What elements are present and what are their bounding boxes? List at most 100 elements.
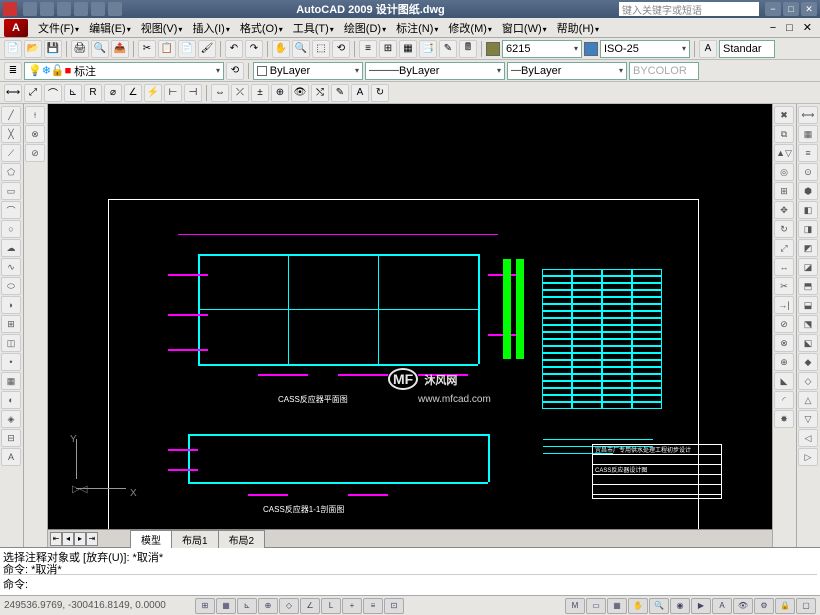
menu-tools[interactable]: 工具(T)▾ [289, 18, 338, 38]
fillet-icon[interactable]: ◜ [774, 391, 794, 409]
tab-first-icon[interactable]: ⇤ [50, 532, 62, 546]
quickview-drawings-icon[interactable]: ▦ [607, 598, 627, 614]
dim-baseline-icon[interactable]: ⊢ [164, 84, 182, 102]
qat-new-icon[interactable] [23, 2, 37, 16]
trim-icon[interactable]: ✂ [774, 277, 794, 295]
center-mark-icon[interactable]: ⊕ [271, 84, 289, 102]
spline-icon[interactable]: ∿ [1, 258, 21, 276]
mirror-icon[interactable]: ▲▽ [774, 144, 794, 162]
command-window[interactable]: 选择注释对象或 [放弃(U)]: *取消* 命令: *取消* 命令: [0, 547, 820, 595]
stretch-icon[interactable]: ↔ [774, 258, 794, 276]
close-button[interactable]: ✕ [801, 2, 817, 16]
app-menu-button[interactable]: A [4, 19, 28, 37]
print-icon[interactable]: 🖨 [71, 40, 89, 58]
dim-arc-icon[interactable]: ⌒ [44, 84, 62, 102]
menu-format[interactable]: 格式(O)▾ [236, 18, 287, 38]
lock-ui-icon[interactable]: 🔒 [775, 598, 795, 614]
rectangle-icon[interactable]: ▭ [1, 182, 21, 200]
menu-help[interactable]: 帮助(H)▾ [553, 18, 603, 38]
save-icon[interactable]: 💾 [44, 40, 62, 58]
move-icon[interactable]: ✥ [774, 201, 794, 219]
doc-close-button[interactable]: ✕ [799, 21, 816, 34]
dim-edit-icon[interactable]: ✎ [331, 84, 349, 102]
lwt-toggle[interactable]: ≡ [363, 598, 383, 614]
grid-toggle[interactable]: ▦ [216, 598, 236, 614]
mod-a-icon[interactable]: ◧ [798, 201, 818, 219]
publish-icon[interactable]: 📤 [111, 40, 129, 58]
mtext-icon[interactable]: A [1, 448, 21, 466]
dim-space-icon[interactable]: ⇔ [211, 84, 229, 102]
mod-g-icon[interactable]: ⬔ [798, 315, 818, 333]
table-icon[interactable]: ⊟ [1, 429, 21, 447]
mod-b-icon[interactable]: ◨ [798, 220, 818, 238]
dim-radius-icon[interactable]: R [84, 84, 102, 102]
dim-ordinate-icon[interactable]: ⊾ [64, 84, 82, 102]
rotate-icon[interactable]: ↻ [774, 220, 794, 238]
menu-insert[interactable]: 插入(I)▾ [188, 18, 233, 38]
minimize-button[interactable]: − [765, 2, 781, 16]
line-icon[interactable]: ╱ [1, 106, 21, 124]
dim-color-swatch[interactable] [486, 42, 500, 56]
tab-layout2[interactable]: 布局2 [218, 530, 266, 548]
text-style-icon[interactable]: A [699, 40, 717, 58]
copy-obj-icon[interactable]: ⧉ [774, 125, 794, 143]
layer-prev-icon[interactable]: ⟲ [226, 62, 244, 80]
tab-last-icon[interactable]: ⇥ [86, 532, 98, 546]
anno-scale-icon[interactable]: A [712, 598, 732, 614]
model-button[interactable]: M [565, 598, 585, 614]
tab-next-icon[interactable]: ▸ [74, 532, 86, 546]
doc-minimize-button[interactable]: − [766, 22, 780, 34]
zoom-icon[interactable]: 🔍 [292, 40, 310, 58]
paste-icon[interactable]: 📄 [178, 40, 196, 58]
dyn-toggle[interactable]: + [342, 598, 362, 614]
dim-continue-icon[interactable]: ⊣ [184, 84, 202, 102]
pan-icon[interactable]: ✋ [272, 40, 290, 58]
showmotion-icon[interactable]: ▶ [691, 598, 711, 614]
dim-style-swatch[interactable] [584, 42, 598, 56]
revcloud-icon[interactable]: ☁ [1, 239, 21, 257]
qat-save-icon[interactable] [57, 2, 71, 16]
design-center-icon[interactable]: ⊞ [379, 40, 397, 58]
tool-c-icon[interactable]: ⊘ [25, 144, 45, 162]
otrack-toggle[interactable]: ∠ [300, 598, 320, 614]
join-icon[interactable]: ⊕ [774, 353, 794, 371]
snap-toggle[interactable]: ⊞ [195, 598, 215, 614]
clean-screen-icon[interactable]: ▢ [796, 598, 816, 614]
zoom-window-icon[interactable]: ⬚ [312, 40, 330, 58]
layer-combo[interactable]: 💡❄🔓■ 标注▾ [24, 62, 224, 80]
undo-icon[interactable]: ↶ [225, 40, 243, 58]
linetype-combo[interactable]: ——— ByLayer▾ [365, 62, 505, 80]
osnap-toggle[interactable]: ◇ [279, 598, 299, 614]
array-icon[interactable]: ⊞ [774, 182, 794, 200]
polygon-icon[interactable]: ⬠ [1, 163, 21, 181]
break-pt-icon[interactable]: ⊘ [774, 315, 794, 333]
text-style-combo[interactable]: Standar [719, 40, 775, 58]
qat-open-icon[interactable] [40, 2, 54, 16]
menu-draw[interactable]: 绘图(D)▾ [340, 18, 390, 38]
sheet-set-icon[interactable]: 📑 [419, 40, 437, 58]
mod-k-icon[interactable]: △ [798, 391, 818, 409]
new-icon[interactable]: 📄 [4, 40, 22, 58]
lineweight-combo[interactable]: — ByLayer▾ [507, 62, 627, 80]
jog-icon[interactable]: ⤭ [311, 84, 329, 102]
maximize-button[interactable]: □ [783, 2, 799, 16]
dim-aligned-icon[interactable]: ⤢ [24, 84, 42, 102]
ellipse-icon[interactable]: ⬭ [1, 277, 21, 295]
chamfer-icon[interactable]: ◣ [774, 372, 794, 390]
inspect-icon[interactable]: 👁 [291, 84, 309, 102]
doc-restore-button[interactable]: □ [782, 22, 797, 34]
qat-print-icon[interactable] [108, 2, 122, 16]
open-icon[interactable]: 📂 [24, 40, 42, 58]
tolerance-icon[interactable]: ± [251, 84, 269, 102]
offset-icon[interactable]: ◎ [774, 163, 794, 181]
menu-view[interactable]: 视图(V)▾ [137, 18, 187, 38]
dim-value-combo[interactable]: 6215▾ [502, 40, 582, 58]
menu-window[interactable]: 窗口(W)▾ [498, 18, 551, 38]
dim-diameter-icon[interactable]: ⌀ [104, 84, 122, 102]
mod-l-icon[interactable]: ▽ [798, 410, 818, 428]
cmd-prompt[interactable]: 命令: [3, 576, 817, 588]
ortho-toggle[interactable]: ⊾ [237, 598, 257, 614]
mod-h-icon[interactable]: ⬕ [798, 334, 818, 352]
ducs-toggle[interactable]: L [321, 598, 341, 614]
calc-icon[interactable]: 🖩 [459, 40, 477, 58]
